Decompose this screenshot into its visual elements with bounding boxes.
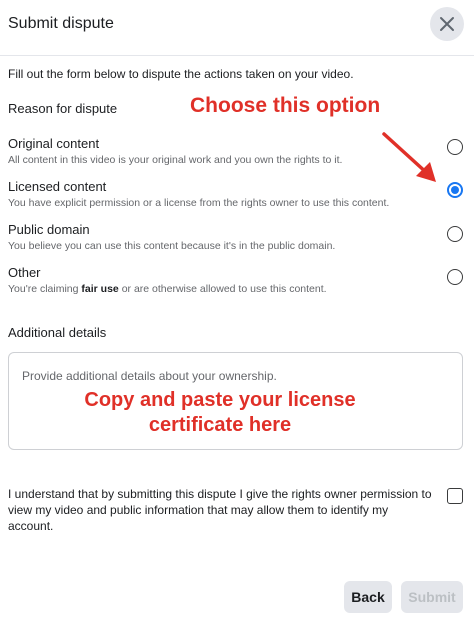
close-icon <box>440 17 454 31</box>
consent-text: I understand that by submitting this dis… <box>8 487 432 533</box>
annotation-choose-option: Choose this option <box>190 94 381 117</box>
option-description: You're claiming fair use or are otherwis… <box>8 283 327 295</box>
details-label: Additional details <box>8 325 107 340</box>
option-other[interactable]: Other You're claiming fair use or are ot… <box>0 265 474 305</box>
close-button[interactable] <box>430 7 464 41</box>
consent-checkbox[interactable] <box>447 488 463 504</box>
option-title: Other <box>8 265 41 280</box>
desc-prefix: You're claiming <box>8 283 82 295</box>
dialog-header: Submit dispute <box>0 0 474 56</box>
option-title: Public domain <box>8 222 90 237</box>
submit-button[interactable]: Submit <box>401 581 463 613</box>
details-placeholder: Provide additional details about your ow… <box>22 369 277 383</box>
radio-public-domain[interactable] <box>447 226 463 242</box>
option-description: You have explicit permission or a licens… <box>8 197 390 209</box>
radio-other[interactable] <box>447 269 463 285</box>
reason-label: Reason for dispute <box>8 101 118 116</box>
radio-original-content[interactable] <box>447 139 463 155</box>
desc-suffix: or are otherwise allowed to use this con… <box>118 283 327 295</box>
option-description: You believe you can use this content bec… <box>8 240 336 252</box>
back-button[interactable]: Back <box>344 581 392 613</box>
option-title: Original content <box>8 136 100 151</box>
option-licensed-content[interactable]: Licensed content You have explicit permi… <box>0 179 474 219</box>
radio-licensed-content[interactable] <box>447 182 463 198</box>
fair-use-text: fair use <box>81 283 119 295</box>
intro-text: Fill out the form below to dispute the a… <box>8 67 354 81</box>
option-public-domain[interactable]: Public domain You believe you can use th… <box>0 222 474 262</box>
option-title: Licensed content <box>8 179 107 194</box>
option-description: All content in this video is your origin… <box>8 154 343 166</box>
dialog-title: Submit dispute <box>8 15 114 32</box>
annotation-arrow-icon <box>382 132 436 182</box>
annotation-copy-paste: Copy and paste your license certificate … <box>84 389 356 436</box>
